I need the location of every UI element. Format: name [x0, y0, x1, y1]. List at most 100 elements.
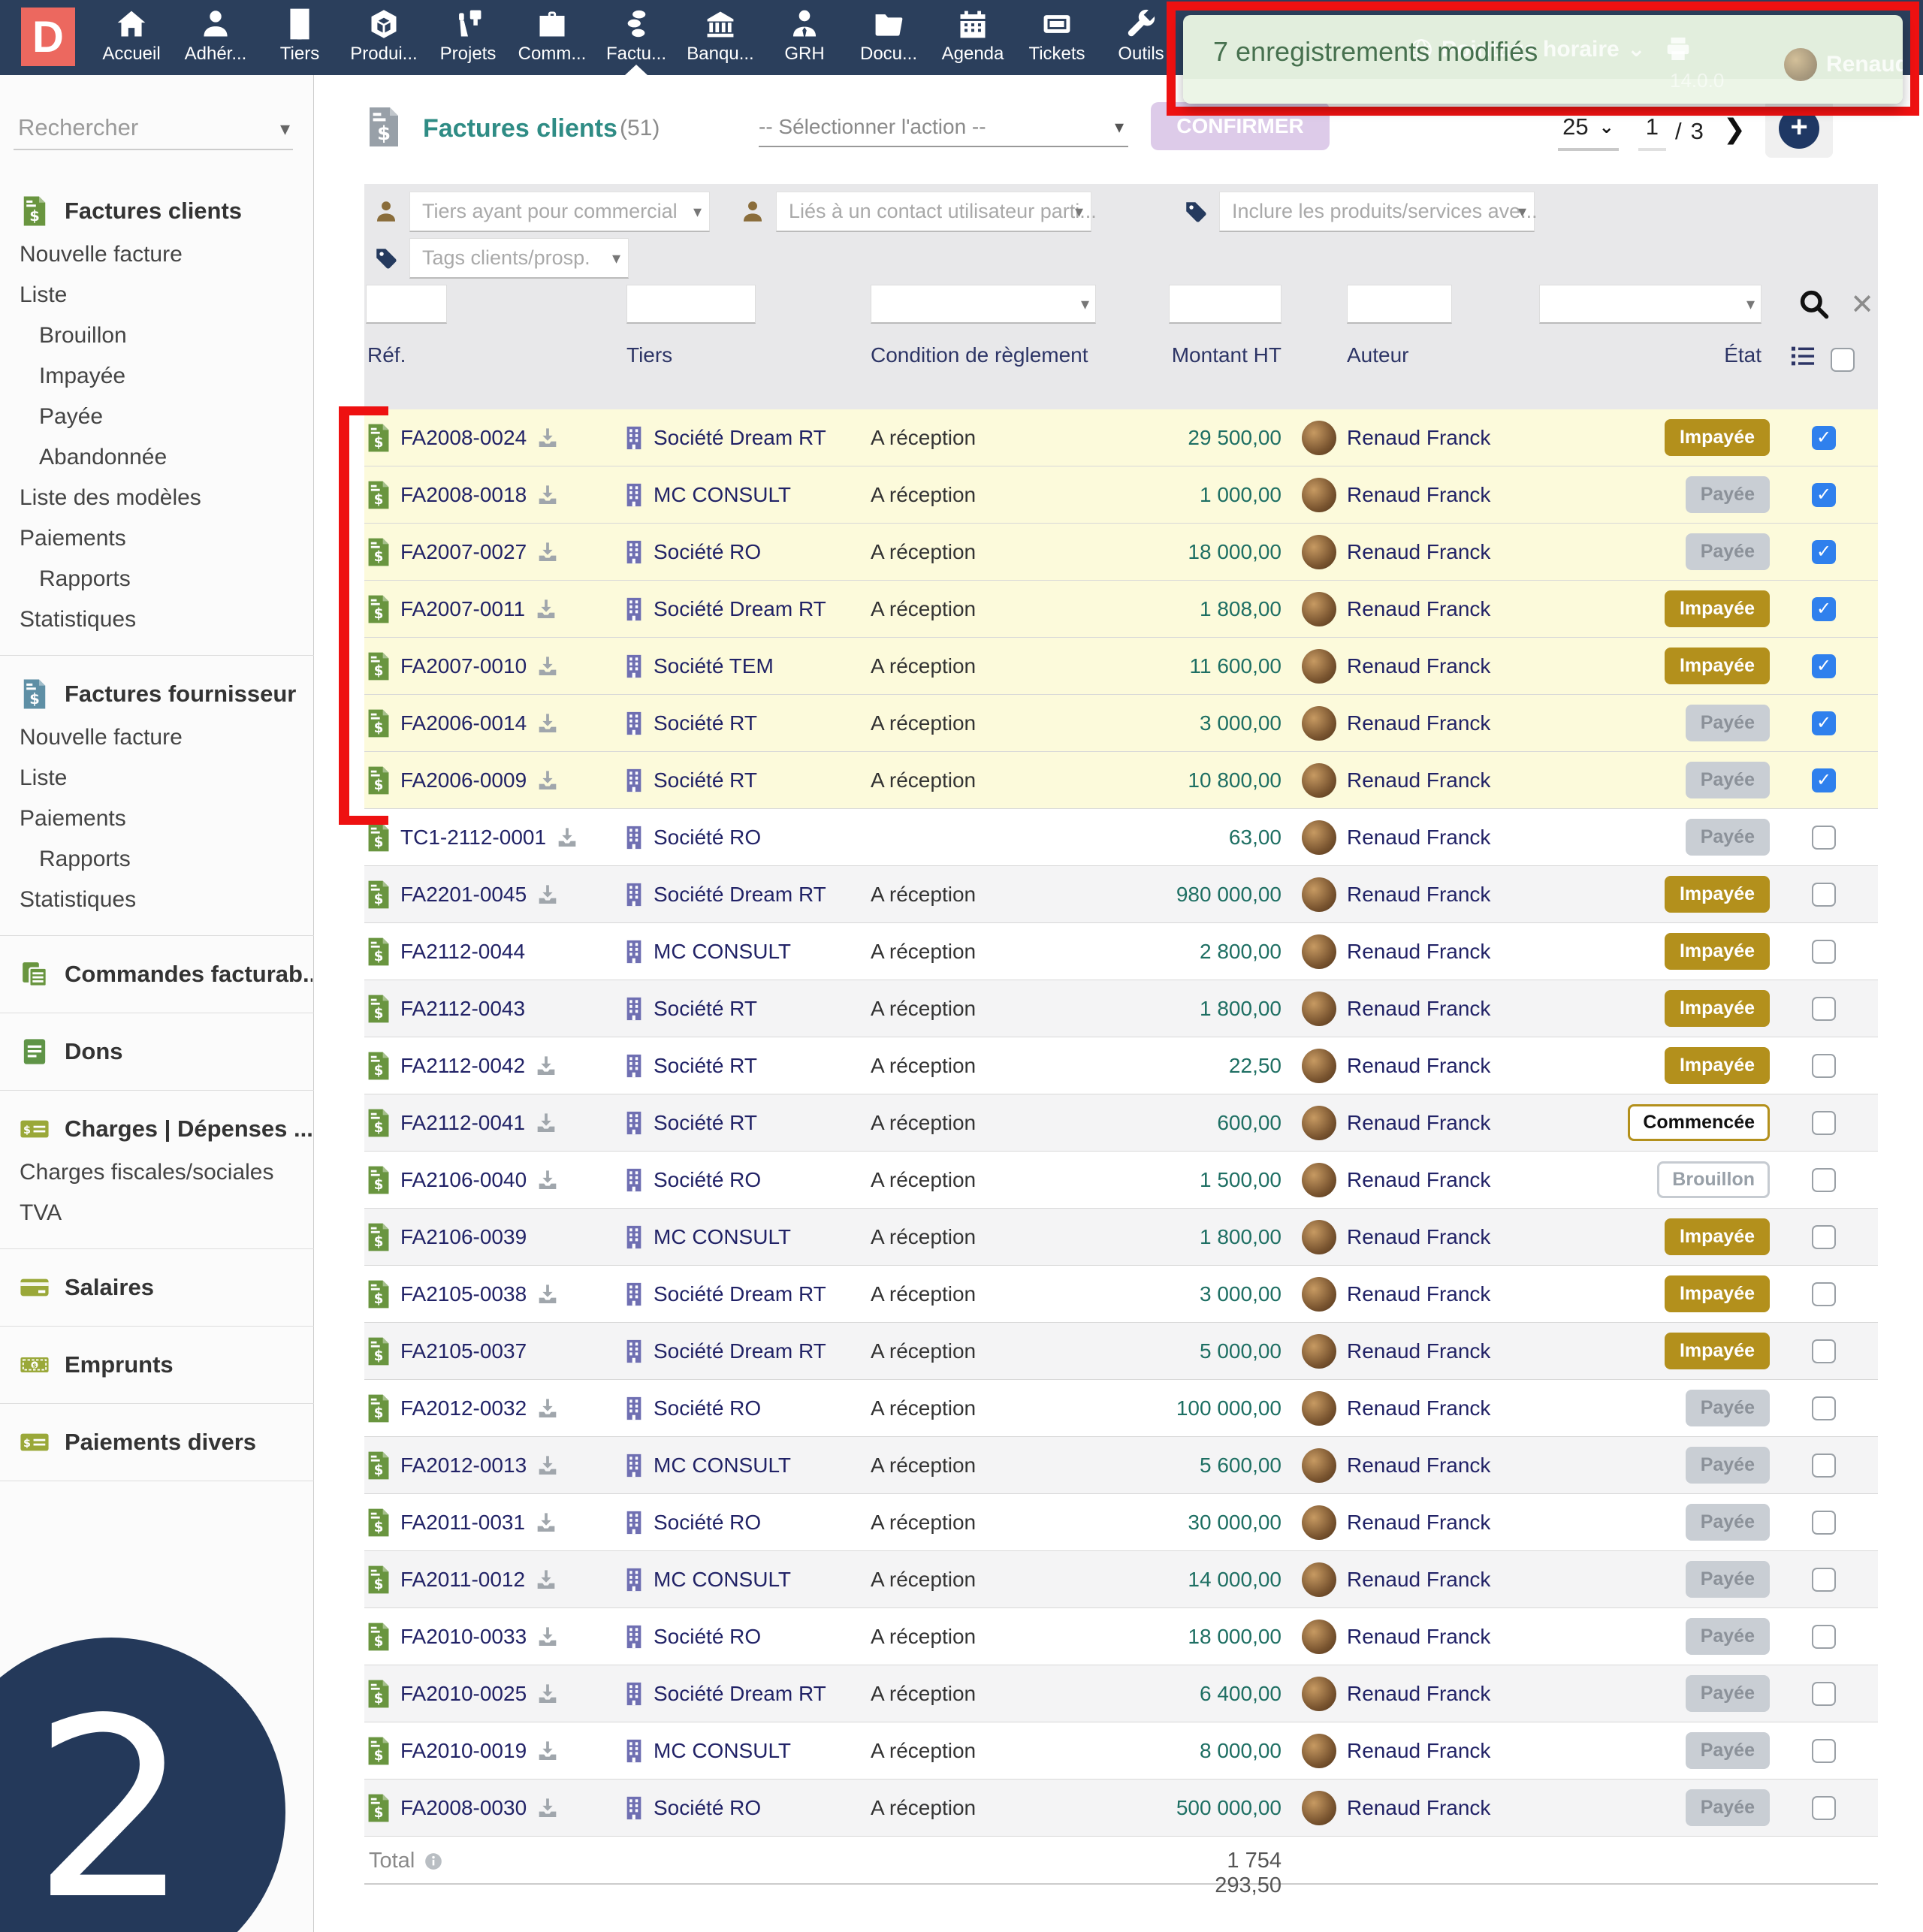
col-header-condition[interactable]: Condition de règlement [871, 343, 1088, 367]
select-all-checkbox[interactable]: ✓ [1831, 348, 1855, 372]
download-icon[interactable] [536, 1682, 560, 1706]
sidebar-section-heading[interactable]: Dons [0, 1027, 314, 1075]
row-checkbox[interactable]: ✓ [1812, 826, 1836, 850]
download-icon[interactable] [534, 1111, 558, 1135]
sidebar-item[interactable]: Nouvelle facture [0, 717, 314, 758]
sidebar-item[interactable]: Brouillon [0, 315, 314, 356]
nav-item-accueil[interactable]: Accueil [89, 0, 174, 75]
invoice-ref-link[interactable]: FA2012-0013 [400, 1454, 527, 1478]
invoice-ref-link[interactable]: FA2201-0045 [400, 883, 527, 907]
download-icon[interactable] [536, 540, 560, 564]
row-checkbox[interactable]: ✓ [1812, 1454, 1836, 1478]
author-link[interactable]: Renaud Franck [1347, 940, 1490, 964]
sidebar-item[interactable]: Statistiques [0, 880, 314, 920]
row-checkbox[interactable]: ✓ [1812, 997, 1836, 1021]
author-link[interactable]: Renaud Franck [1347, 711, 1490, 735]
nav-item-tiers[interactable]: Tiers [258, 0, 342, 75]
download-icon[interactable] [536, 1454, 560, 1478]
author-filter-input[interactable] [1347, 285, 1452, 324]
sidebar-item[interactable]: Payée [0, 397, 314, 437]
page-size-select[interactable]: 25 ⌄ [1558, 112, 1619, 151]
invoice-ref-link[interactable]: FA2112-0043 [400, 997, 525, 1021]
company-link[interactable]: Société RT [654, 711, 757, 735]
company-link[interactable]: Société TEM [654, 654, 774, 678]
sidebar-section-heading[interactable]: Commandes facturab... [0, 949, 314, 998]
invoice-ref-link[interactable]: FA2010-0025 [400, 1682, 527, 1706]
invoice-ref-link[interactable]: FA2007-0011 [400, 597, 525, 621]
search-input[interactable] [14, 110, 293, 150]
invoice-ref-link[interactable]: FA2011-0031 [400, 1511, 525, 1535]
invoice-ref-link[interactable]: FA2012-0032 [400, 1396, 527, 1420]
sidebar-item[interactable]: Liste [0, 275, 314, 315]
row-checkbox[interactable]: ✓ [1812, 940, 1836, 964]
row-checkbox[interactable]: ✓ [1812, 1682, 1836, 1706]
invoice-ref-link[interactable]: FA2006-0009 [400, 768, 527, 792]
row-checkbox[interactable]: ✓ [1812, 1796, 1836, 1820]
condition-filter-select[interactable]: ▾ [871, 285, 1096, 324]
author-link[interactable]: Renaud Franck [1347, 483, 1490, 507]
contact-filter-select[interactable]: Liés à un contact utilisateur parti... ▾ [776, 192, 1091, 232]
company-link[interactable]: MC CONSULT [654, 483, 791, 507]
author-link[interactable]: Renaud Franck [1347, 1625, 1490, 1649]
invoice-ref-link[interactable]: FA2112-0041 [400, 1111, 525, 1135]
invoice-ref-link[interactable]: FA2010-0033 [400, 1625, 527, 1649]
page-current[interactable]: 1 [1638, 112, 1666, 151]
company-link[interactable]: Société Dream RT [654, 426, 826, 450]
row-checkbox[interactable]: ✓ [1812, 483, 1836, 507]
author-link[interactable]: Renaud Franck [1347, 1739, 1490, 1763]
author-link[interactable]: Renaud Franck [1347, 1568, 1490, 1592]
sidebar-section-heading[interactable]: $ Charges | Dépenses ... [0, 1104, 314, 1152]
sidebar-section-heading[interactable]: Salaires [0, 1263, 314, 1311]
download-icon[interactable] [534, 1568, 558, 1592]
company-link[interactable]: MC CONSULT [654, 1739, 791, 1763]
state-filter-select[interactable]: ▾ [1539, 285, 1761, 324]
sidebar-item[interactable]: Liste des modèles [0, 478, 314, 518]
row-checkbox[interactable]: ✓ [1812, 426, 1836, 450]
company-link[interactable]: Société RO [654, 1511, 761, 1535]
invoice-ref-link[interactable]: FA2011-0012 [400, 1568, 525, 1592]
company-link[interactable]: Société RO [654, 826, 761, 850]
author-link[interactable]: Renaud Franck [1347, 768, 1490, 792]
download-icon[interactable] [536, 1282, 560, 1306]
author-link[interactable]: Renaud Franck [1347, 1225, 1490, 1249]
invoice-ref-link[interactable]: FA2008-0024 [400, 426, 527, 450]
row-checkbox[interactable]: ✓ [1812, 1225, 1836, 1249]
download-icon[interactable] [534, 597, 558, 621]
sidebar-section-heading[interactable]: $ Emprunts [0, 1340, 314, 1388]
author-link[interactable]: Renaud Franck [1347, 654, 1490, 678]
invoice-ref-link[interactable]: FA2008-0018 [400, 483, 527, 507]
author-link[interactable]: Renaud Franck [1347, 1339, 1490, 1363]
row-checkbox[interactable]: ✓ [1812, 1111, 1836, 1135]
author-link[interactable]: Renaud Franck [1347, 1682, 1490, 1706]
company-link[interactable]: MC CONSULT [654, 940, 791, 964]
tiers-filter-input[interactable] [626, 285, 756, 324]
author-link[interactable]: Renaud Franck [1347, 1168, 1490, 1192]
nav-item-agenda[interactable]: Agenda [931, 0, 1015, 75]
row-checkbox[interactable]: ✓ [1812, 1739, 1836, 1763]
company-link[interactable]: Société Dream RT [654, 883, 826, 907]
invoice-ref-link[interactable]: FA2010-0019 [400, 1739, 527, 1763]
nav-item-tickets[interactable]: Tickets [1015, 0, 1099, 75]
download-icon[interactable] [536, 483, 560, 507]
row-checkbox[interactable]: ✓ [1812, 711, 1836, 735]
nav-item-projets[interactable]: Projets [426, 0, 510, 75]
invoice-ref-link[interactable]: FA2007-0027 [400, 540, 527, 564]
download-icon[interactable] [536, 768, 560, 792]
invoice-ref-link[interactable]: FA2106-0039 [400, 1225, 527, 1249]
sidebar-item[interactable]: TVA [0, 1193, 314, 1233]
company-link[interactable]: Société RT [654, 1111, 757, 1135]
sidebar-item[interactable]: Impayée [0, 356, 314, 397]
sidebar-item[interactable]: Abandonnée [0, 437, 314, 478]
next-page-button[interactable]: ❯ [1723, 113, 1746, 149]
company-link[interactable]: MC CONSULT [654, 1454, 791, 1478]
download-icon[interactable] [536, 711, 560, 735]
author-link[interactable]: Renaud Franck [1347, 540, 1490, 564]
sidebar-item[interactable]: Rapports [0, 559, 314, 599]
download-icon[interactable] [555, 826, 579, 850]
invoice-ref-link[interactable]: FA2105-0037 [400, 1339, 527, 1363]
company-link[interactable]: Société RT [654, 1054, 757, 1078]
nav-item-adhr[interactable]: Adhér... [174, 0, 258, 75]
ref-filter-input[interactable] [366, 285, 447, 324]
download-icon[interactable] [536, 1168, 560, 1192]
download-icon[interactable] [534, 1511, 558, 1535]
